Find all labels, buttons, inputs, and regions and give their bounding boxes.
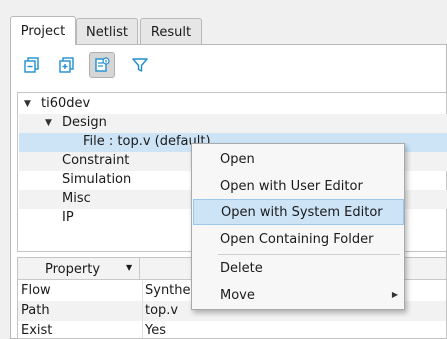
filter-icon — [132, 58, 148, 72]
tab-project-label: Project — [20, 23, 66, 39]
menu-item-label: Open Containing Folder — [220, 231, 374, 247]
tree-item-root[interactable]: ▼ ti60dev — [19, 95, 447, 114]
menu-item-move[interactable]: Move ▶ — [193, 282, 404, 308]
sort-arrow-icon: ▼ — [126, 263, 133, 272]
tree-item-simulation-label: Simulation — [62, 172, 132, 187]
project-info-icon — [95, 57, 110, 72]
context-menu: Open Open with User Editor Open with Sys… — [191, 143, 405, 310]
property-key: Path — [21, 303, 50, 318]
menu-item-label: Open — [220, 151, 255, 167]
tab-bar: Project Netlist Result — [0, 0, 447, 45]
collapse-all-button[interactable] — [19, 52, 45, 78]
expand-all-button[interactable] — [54, 52, 80, 78]
table-row[interactable]: Exist Yes — [18, 321, 446, 338]
project-info-button[interactable] — [89, 52, 115, 78]
submenu-arrow-icon: ▶ — [391, 290, 398, 299]
menu-item-label: Open with User Editor — [220, 178, 363, 194]
tree-item-design[interactable]: ▼ Design — [19, 114, 447, 133]
menu-item-delete[interactable]: Delete — [193, 255, 404, 281]
property-key: Exist — [21, 323, 53, 338]
tree-item-constraint-label: Constraint — [62, 153, 130, 168]
menu-item-label: Move — [220, 287, 255, 303]
expanded-arrow-icon[interactable]: ▼ — [45, 118, 52, 128]
filter-button[interactable] — [127, 52, 153, 78]
menu-item-open[interactable]: Open — [193, 146, 404, 172]
tab-netlist-label: Netlist — [86, 24, 128, 40]
tree-item-design-label: Design — [62, 115, 107, 130]
property-value: Synthes — [142, 281, 197, 301]
property-column-label: Property — [45, 261, 101, 277]
tab-netlist[interactable]: Netlist — [76, 18, 138, 45]
property-value: top.v — [142, 301, 178, 321]
menu-item-open-user-editor[interactable]: Open with User Editor — [193, 173, 404, 199]
tree-item-misc-label: Misc — [62, 191, 91, 206]
menu-item-open-system-editor[interactable]: Open with System Editor — [193, 199, 404, 225]
collapse-all-icon — [24, 57, 39, 73]
menu-item-open-containing-folder[interactable]: Open Containing Folder — [193, 226, 404, 252]
tab-result[interactable]: Result — [140, 18, 202, 45]
menu-item-label: Open with System Editor — [221, 204, 383, 220]
tab-project[interactable]: Project — [10, 16, 76, 45]
property-value: Yes — [142, 321, 166, 338]
property-key: Flow — [21, 283, 51, 298]
menu-item-label: Delete — [220, 260, 263, 276]
tab-result-label: Result — [150, 24, 192, 40]
property-column-header[interactable]: Property ▼ — [18, 258, 140, 280]
tree-item-ip-label: IP — [62, 210, 74, 225]
expand-all-icon — [59, 57, 74, 73]
tree-item-root-label: ti60dev — [41, 96, 91, 111]
expanded-arrow-icon[interactable]: ▼ — [24, 99, 31, 109]
